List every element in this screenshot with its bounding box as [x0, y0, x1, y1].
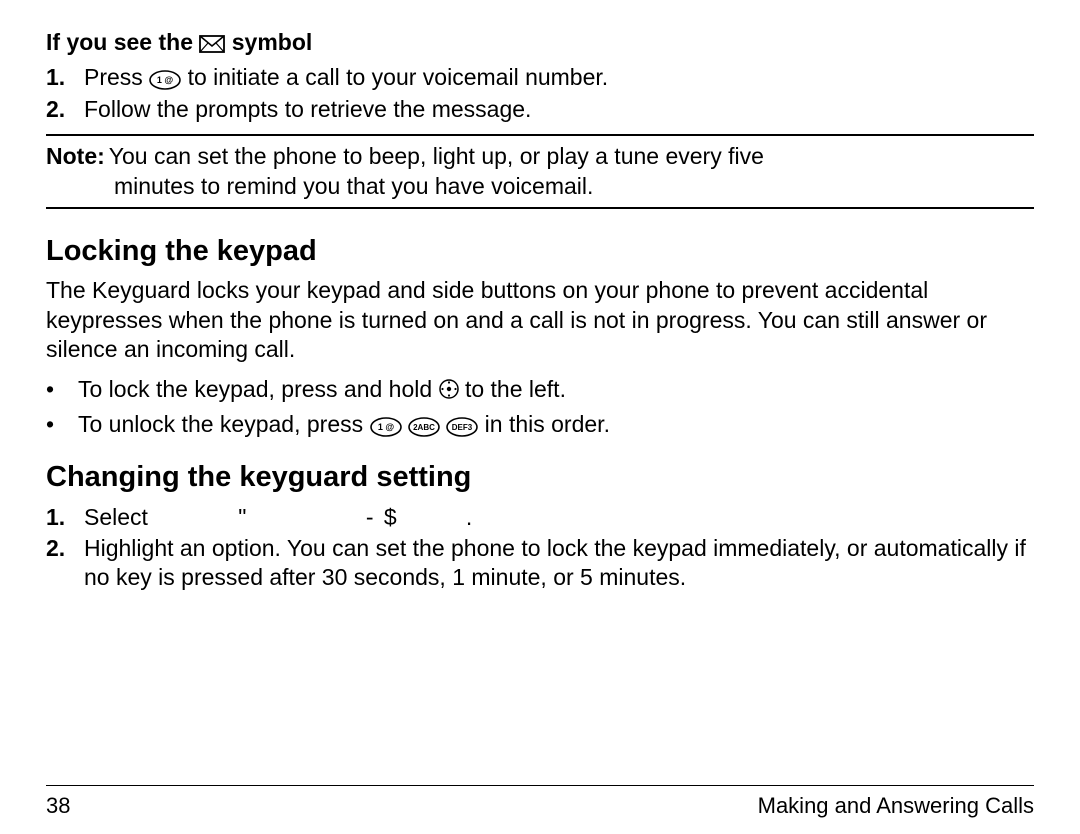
- bullet-dot: •: [46, 375, 60, 404]
- bullet-dot: •: [46, 410, 60, 439]
- bullet-text: To lock the keypad, press and hold to th…: [78, 375, 1034, 404]
- svg-text:1 @: 1 @: [157, 75, 174, 85]
- note-block: Note: You can set the phone to beep, lig…: [46, 134, 1034, 209]
- voicemail-steps: 1. Press 1 @ to initiate a call to your …: [46, 63, 1034, 124]
- bullet-text: To unlock the keypad, press 1 @ 2ABC: [78, 410, 1034, 439]
- changing-steps: 1. Select " - $ . 2. Highlight an option…: [46, 503, 1034, 593]
- manual-page: If you see the symbol 1. Press 1 @ t: [0, 0, 1080, 834]
- envelope-icon: [199, 35, 225, 53]
- key-3-icon: DEF3: [446, 417, 478, 437]
- heading-changing-keyguard: Changing the keyguard setting: [46, 459, 1034, 496]
- note-line-1: You can set the phone to beep, light up,…: [109, 142, 1034, 171]
- subhead-prefix: If you see the: [46, 29, 193, 55]
- page-footer: 38 Making and Answering Calls: [46, 785, 1034, 820]
- step-marker: 1.: [46, 503, 70, 532]
- note-label: Note:: [46, 142, 105, 171]
- nav-key-icon: [439, 379, 459, 399]
- key-2-icon: 2ABC: [408, 417, 440, 437]
- step-text: Press 1 @ to initiate a call to your voi…: [84, 63, 1034, 92]
- menu-path-placeholder: " - $ .: [154, 504, 474, 530]
- chapter-title: Making and Answering Calls: [758, 792, 1034, 820]
- page-number: 38: [46, 792, 70, 820]
- locking-paragraph: The Keyguard locks your keypad and side …: [46, 276, 1034, 364]
- step-marker: 2.: [46, 534, 70, 593]
- subhead-suffix: symbol: [232, 29, 313, 55]
- key-1-icon: 1 @: [149, 70, 181, 90]
- step-text: Select " - $ .: [84, 503, 1034, 532]
- locking-bullets: • To lock the keypad, press and hold to …: [46, 375, 1034, 440]
- step-marker: 2.: [46, 95, 70, 124]
- step-marker: 1.: [46, 63, 70, 92]
- step-text: Follow the prompts to retrieve the messa…: [84, 95, 1034, 124]
- heading-locking-keypad: Locking the keypad: [46, 233, 1034, 270]
- svg-text:DEF3: DEF3: [452, 423, 473, 432]
- note-line-2: minutes to remind you that you have voic…: [46, 172, 1034, 201]
- step-text: Highlight an option. You can set the pho…: [84, 534, 1034, 593]
- svg-text:1 @: 1 @: [377, 422, 394, 432]
- key-1-icon: 1 @: [370, 417, 402, 437]
- voicemail-subhead: If you see the symbol: [46, 28, 1034, 57]
- svg-text:2ABC: 2ABC: [413, 423, 435, 432]
